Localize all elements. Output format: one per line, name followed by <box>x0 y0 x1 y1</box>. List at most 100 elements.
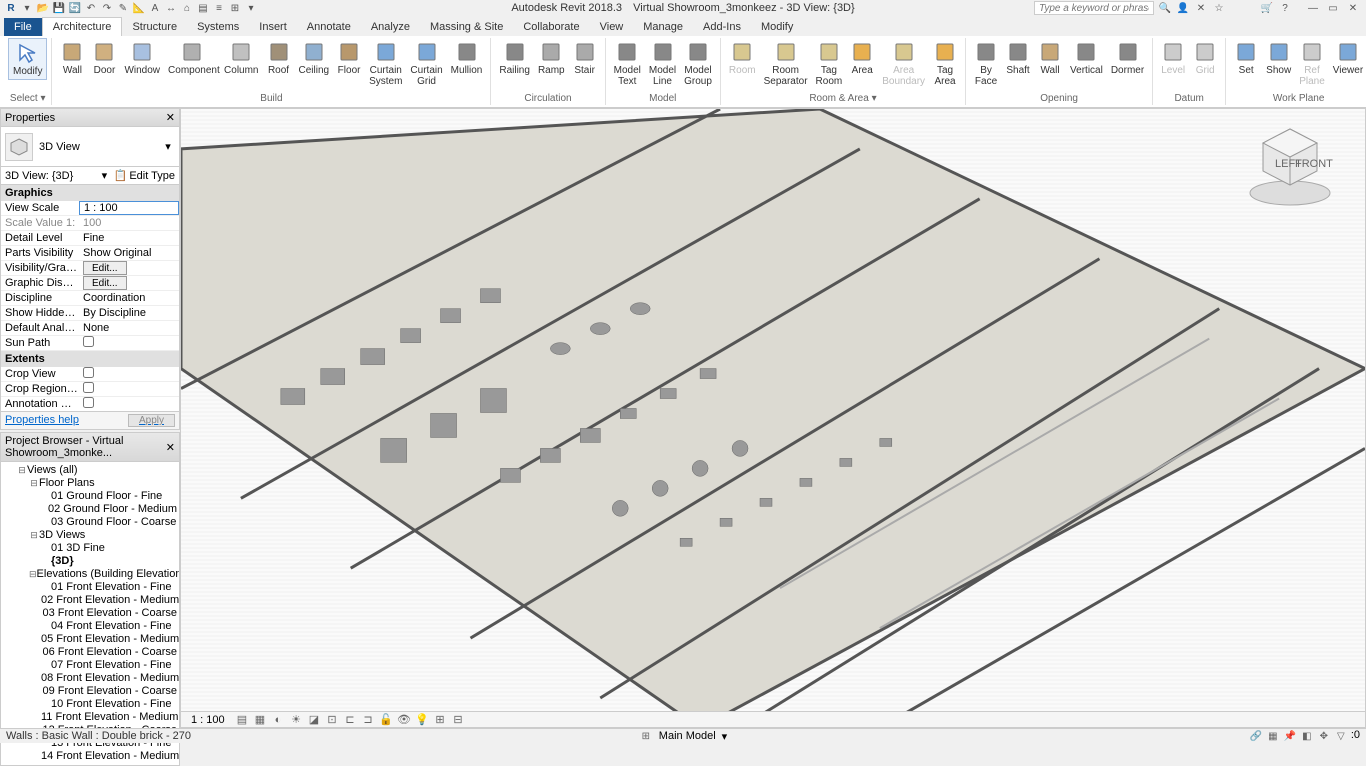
favorites-icon[interactable]: ☆ <box>1212 1 1226 15</box>
prop-value[interactable]: By Discipline <box>79 307 179 319</box>
prop-row[interactable]: Crop View <box>1 367 179 382</box>
tree-node[interactable]: 14 Front Elevation - Medium <box>1 750 179 763</box>
component-button[interactable]: Component <box>164 38 220 78</box>
ref-plane-button[interactable]: RefPlane <box>1295 38 1329 89</box>
prop-row[interactable]: Sun Path <box>1 336 179 351</box>
tree-node[interactable]: 02 Front Elevation - Medium <box>1 594 179 607</box>
prop-value[interactable]: Show Original <box>79 247 179 259</box>
redo-icon[interactable]: ↷ <box>100 1 114 15</box>
ribbon-tab-systems[interactable]: Systems <box>187 18 249 36</box>
sun-path-icon[interactable]: ☀ <box>289 713 303 727</box>
ribbon-tab-view[interactable]: View <box>590 18 634 36</box>
tree-node[interactable]: 02 Ground Floor - Medium <box>1 503 179 516</box>
prop-row[interactable]: Detail LevelFine <box>1 231 179 246</box>
select-links-icon[interactable]: 🔗 <box>1249 729 1263 743</box>
search-icon[interactable]: 🔍 <box>1158 1 1172 15</box>
floor-button[interactable]: Floor <box>333 38 365 78</box>
view3d-canvas[interactable]: LEFT FRONT 1 : 100 ▤ ▦ ◐ ☀ ◪ ⊡ ⊏ ⊐ 🔓 👁 💡… <box>180 108 1366 728</box>
window-button[interactable]: Window <box>120 38 164 78</box>
properties-help-link[interactable]: Properties help <box>5 414 79 427</box>
tree-node[interactable]: 10 Front Elevation - Fine <box>1 698 179 711</box>
ribbon-tab-massing-site[interactable]: Massing & Site <box>420 18 513 36</box>
properties-panel-header[interactable]: Properties ✕ <box>1 109 179 127</box>
collapse-icon[interactable]: ⊟ <box>29 568 37 581</box>
model-text-button[interactable]: ModelText <box>610 38 645 89</box>
restore-button[interactable]: ▭ <box>1324 1 1342 15</box>
section-icon[interactable]: ▤ <box>196 1 210 15</box>
tree-node[interactable]: 07 Front Elevation - Fine <box>1 659 179 672</box>
viewcube-front-label[interactable]: FRONT <box>1295 158 1333 170</box>
prop-value[interactable]: Edit... <box>79 276 179 290</box>
ramp-button[interactable]: Ramp <box>534 38 569 78</box>
qat-menu-icon[interactable]: ▾ <box>20 1 34 15</box>
prop-row[interactable]: Graphic Display ...Edit... <box>1 276 179 291</box>
switch-windows-icon[interactable]: ▾ <box>244 1 258 15</box>
viewcube[interactable]: LEFT FRONT <box>1245 119 1335 209</box>
mullion-button[interactable]: Mullion <box>447 38 487 78</box>
vertical-button[interactable]: Vertical <box>1066 38 1107 78</box>
home-icon[interactable]: ⌂ <box>180 1 194 15</box>
type-selector[interactable]: 3D View ▾ <box>1 127 179 167</box>
set-button[interactable]: Set <box>1230 38 1262 78</box>
ceiling-button[interactable]: Ceiling <box>295 38 334 78</box>
tree-node[interactable]: 11 Front Elevation - Medium <box>1 711 179 724</box>
reveal-hidden-icon[interactable]: 💡 <box>415 713 429 727</box>
prop-value[interactable]: None <box>79 322 179 334</box>
close-hidden-icon[interactable]: ⊞ <box>228 1 242 15</box>
prop-value[interactable] <box>79 397 179 411</box>
prop-row[interactable]: Crop Region Visi... <box>1 382 179 397</box>
tree-node[interactable]: 03 Ground Floor - Coarse <box>1 516 179 529</box>
prop-row[interactable]: Default Analysis ...None <box>1 321 179 336</box>
workset-icon[interactable]: ⊞ <box>639 729 653 743</box>
select-face-icon[interactable]: ◧ <box>1300 729 1314 743</box>
ribbon-tab-structure[interactable]: Structure <box>122 18 187 36</box>
tree-node[interactable]: 04 Front Elevation - Fine <box>1 620 179 633</box>
roof-button[interactable]: Roof <box>263 38 295 78</box>
collapse-icon[interactable]: ⊟ <box>17 464 27 477</box>
detail-level-icon[interactable]: ▦ <box>253 713 267 727</box>
close-icon[interactable]: ✕ <box>166 441 175 454</box>
ribbon-tab-collaborate[interactable]: Collaborate <box>513 18 589 36</box>
analytical-icon[interactable]: ⊟ <box>451 713 465 727</box>
cart-icon[interactable]: 🛒 <box>1260 1 1274 15</box>
dormer-button[interactable]: Dormer <box>1107 38 1148 78</box>
infocenter-search-input[interactable] <box>1034 1 1154 15</box>
tree-node[interactable]: 08 Front Elevation - Medium <box>1 672 179 685</box>
prop-value[interactable] <box>79 336 179 350</box>
print-icon[interactable]: ✎ <box>116 1 130 15</box>
ribbon-tab-analyze[interactable]: Analyze <box>361 18 420 36</box>
chevron-down-icon[interactable]: ▾ <box>161 140 175 153</box>
save-icon[interactable]: 💾 <box>52 1 66 15</box>
area-button[interactable]: Area <box>846 38 878 78</box>
level-button[interactable]: Level <box>1157 38 1189 78</box>
curtain-grid-button[interactable]: CurtainGrid <box>406 38 446 89</box>
visual-style-icon[interactable]: ◐ <box>271 713 285 727</box>
tree-node[interactable]: ⊟Views (all) <box>1 464 179 477</box>
wall-button[interactable]: Wall <box>1034 38 1066 78</box>
column-button[interactable]: Column <box>220 38 262 78</box>
prop-value[interactable]: Coordination <box>79 292 179 304</box>
room-area-group-label[interactable]: Room & Area ▾ <box>725 93 961 105</box>
area-boundary-button[interactable]: AreaBoundary <box>878 38 929 89</box>
prop-row[interactable]: Show Hidden LinesBy Discipline <box>1 306 179 321</box>
select-pinned-icon[interactable]: 📌 <box>1283 729 1297 743</box>
collapse-icon[interactable]: ⊟ <box>29 477 39 490</box>
prop-value[interactable]: 1 : 100 <box>79 201 179 215</box>
collapse-icon[interactable]: ⊟ <box>29 529 39 542</box>
thin-lines-icon[interactable]: ≡ <box>212 1 226 15</box>
tree-node[interactable]: 06 Front Elevation - Coarse <box>1 646 179 659</box>
grid-button[interactable]: Grid <box>1189 38 1221 78</box>
viewer-button[interactable]: Viewer <box>1329 38 1366 78</box>
tag-area-button[interactable]: TagArea <box>929 38 961 89</box>
unlock-icon[interactable]: 🔓 <box>379 713 393 727</box>
prop-value[interactable]: Fine <box>79 232 179 244</box>
ribbon-tab-modify[interactable]: Modify <box>751 18 803 36</box>
tree-node[interactable]: 05 Front Elevation - Medium <box>1 633 179 646</box>
worksharing-icon[interactable]: ⊞ <box>433 713 447 727</box>
tree-node[interactable]: ⊟Floor Plans <box>1 477 179 490</box>
view-scale[interactable]: 1 : 100 <box>191 714 231 726</box>
prop-row[interactable]: Parts VisibilityShow Original <box>1 246 179 261</box>
stair-button[interactable]: Stair <box>569 38 601 78</box>
revit-logo-icon[interactable]: R <box>4 1 18 15</box>
prop-value[interactable]: Edit... <box>79 261 179 275</box>
